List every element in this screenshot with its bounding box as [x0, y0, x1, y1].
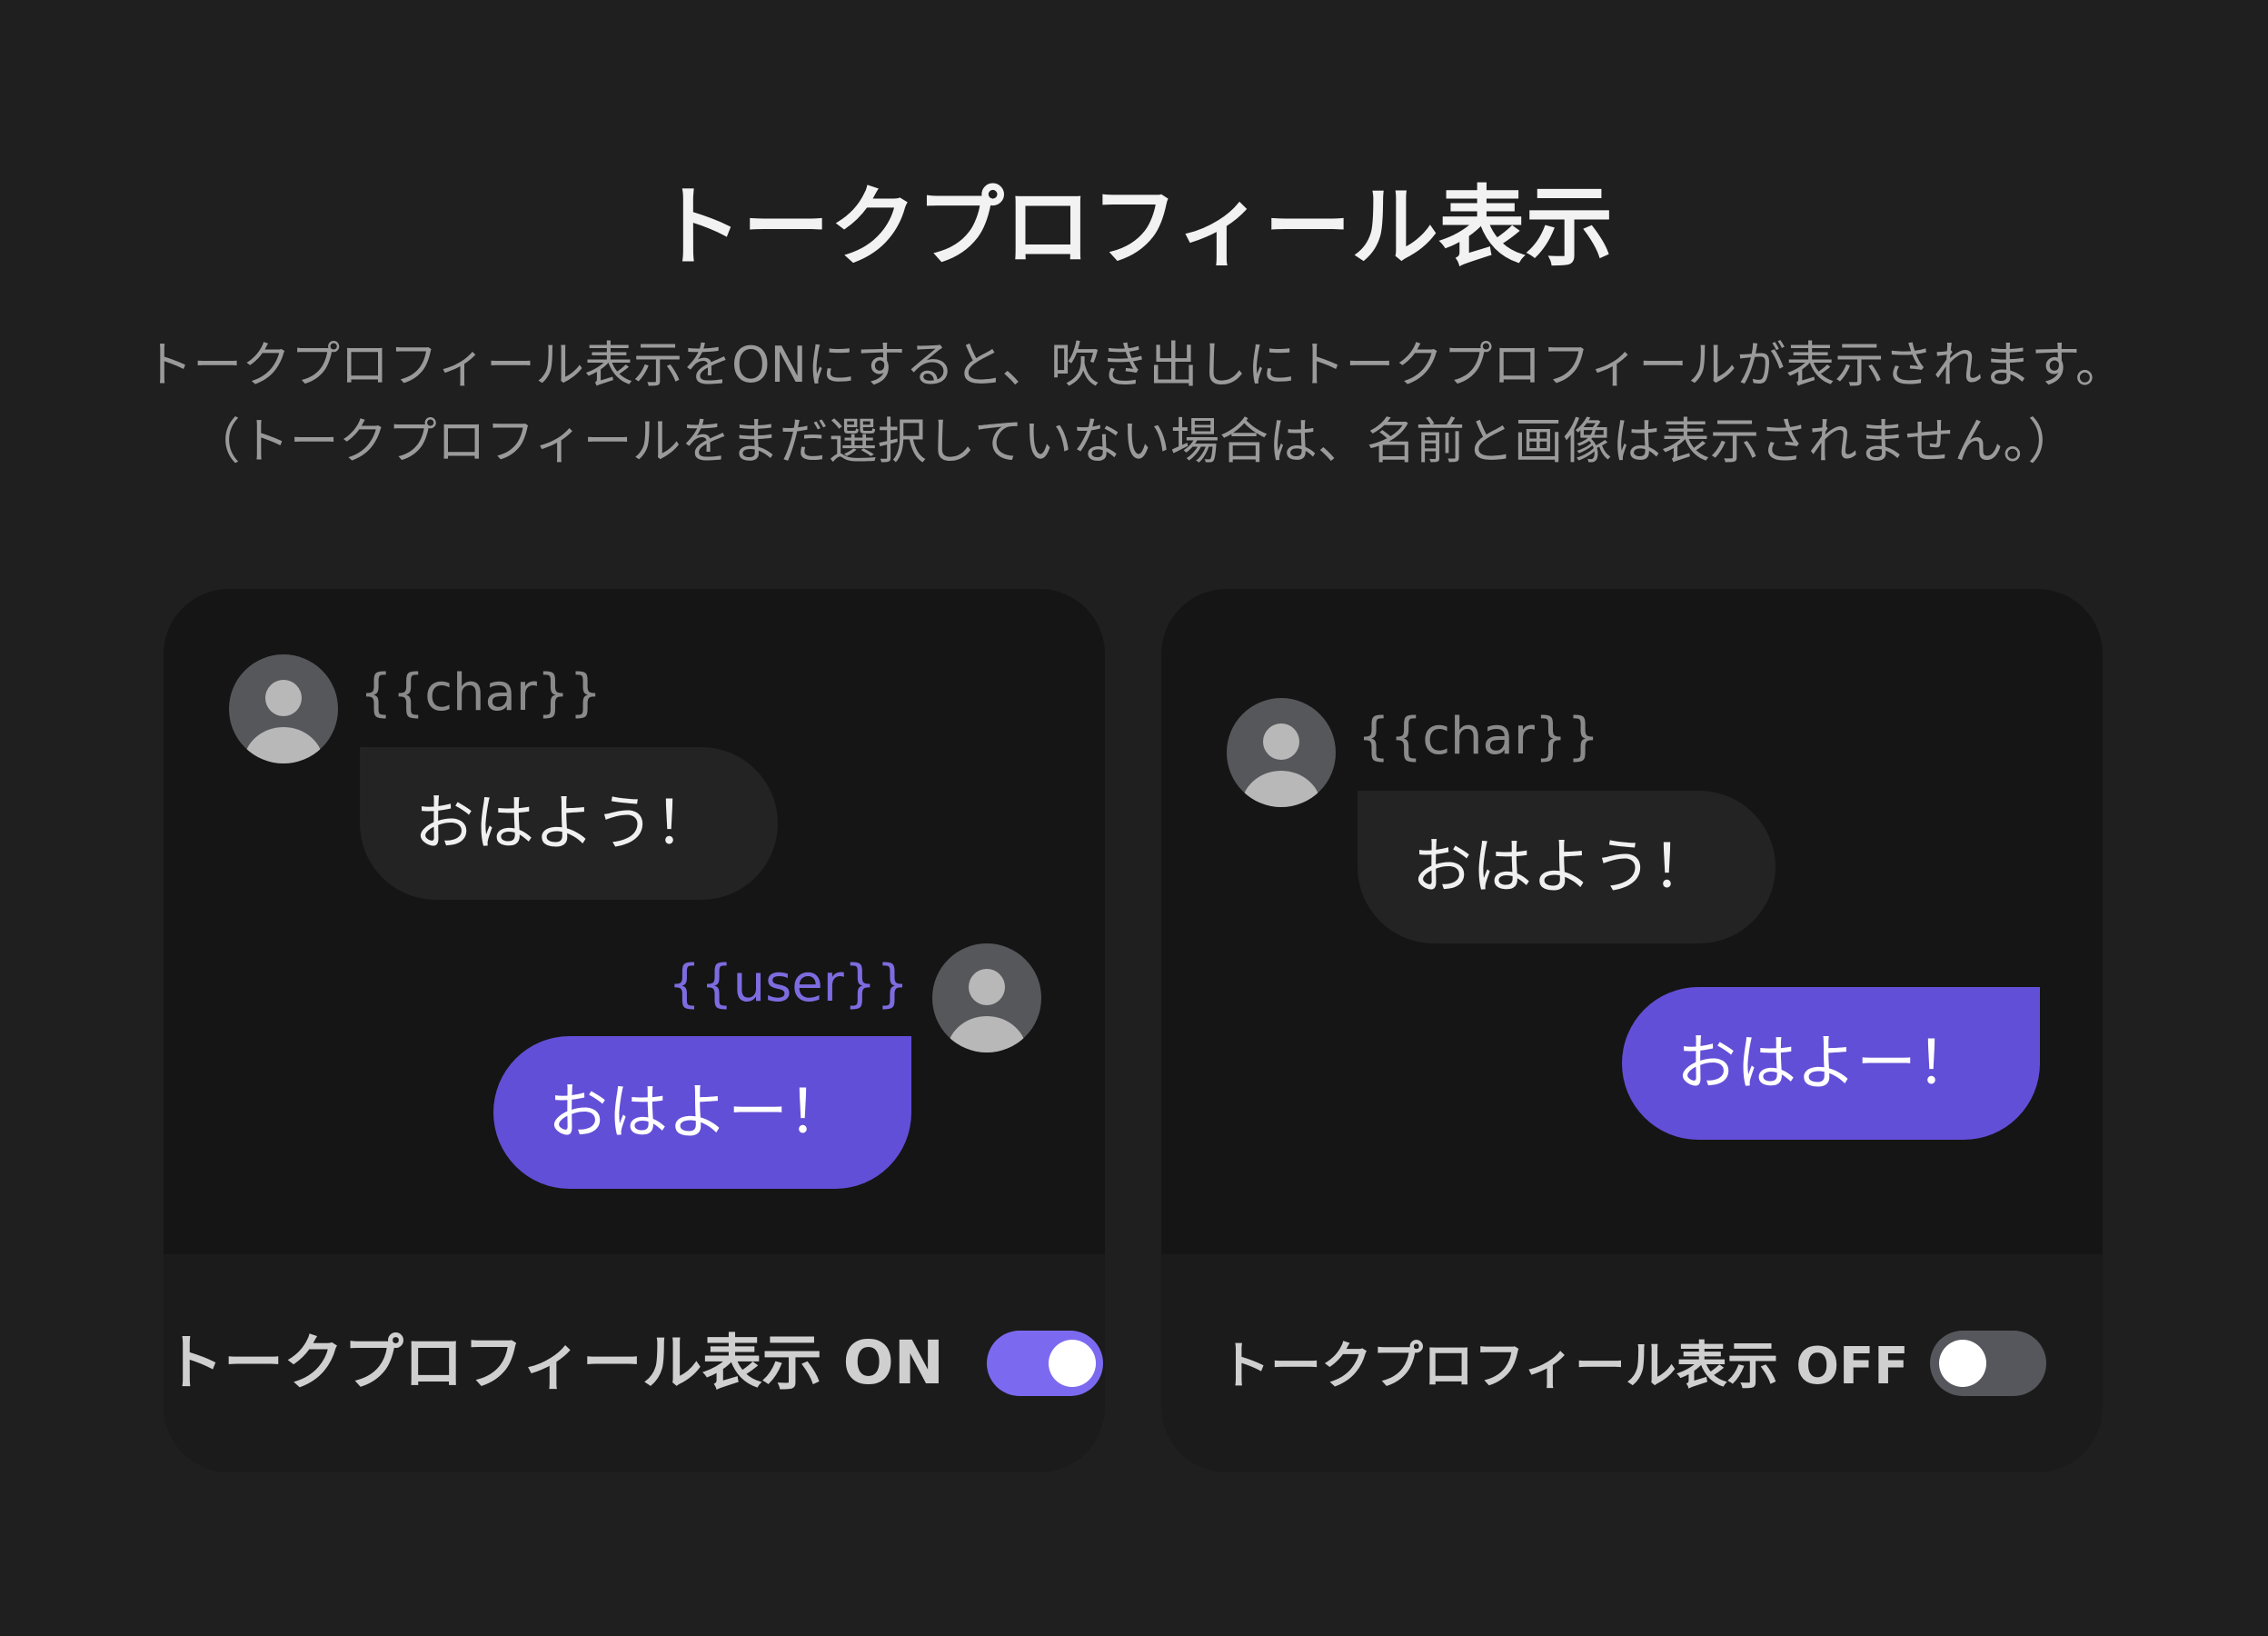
description-line-2: （トークプロフィールをまだ選択していない場合は、名前と画像は表示されません。）	[191, 413, 2077, 470]
profile-display-toggle-on[interactable]	[987, 1331, 1103, 1396]
toggle-knob	[1049, 1340, 1096, 1387]
user-name: {{user}}	[668, 954, 909, 1013]
page-title: トークプロフィール表示	[654, 176, 1614, 278]
profile-on-card: {{char}} おはよう！ {{user}} おはよー！ トークプロフィール表…	[164, 589, 1105, 1472]
toggle-label-off: トークプロフィール表示 OFF	[1219, 1337, 1909, 1396]
profile-off-card: {{char}} おはよう！ おはよー！ トークプロフィール表示 OFF	[1161, 589, 2103, 1472]
char-message-bubble: おはよう！	[1358, 791, 1776, 943]
char-name: {{char}}	[360, 663, 602, 723]
user-message-bubble: おはよー！	[493, 1036, 911, 1189]
char-avatar-icon	[1227, 698, 1336, 807]
chat-preview-on: {{char}} おはよう！ {{user}} おはよー！	[164, 589, 1105, 1254]
user-avatar-icon	[932, 943, 1041, 1052]
page-description: トークプロフィール表示をONにすると、吹き出しにトークプロフィールが表示されます…	[0, 327, 2268, 480]
char-message-bubble: おはよう！	[360, 747, 778, 900]
description-line-1: トークプロフィール表示をONにすると、吹き出しにトークプロフィールが表示されます…	[144, 336, 2124, 394]
user-message-bubble: おはよー！	[1622, 987, 2040, 1140]
char-avatar-icon	[229, 654, 338, 763]
chat-preview-off: {{char}} おはよう！ おはよー！	[1161, 589, 2103, 1254]
profile-display-toggle-off[interactable]	[1930, 1331, 2046, 1396]
toggle-knob	[1939, 1340, 1986, 1387]
char-name: {{char}}	[1358, 707, 1600, 766]
toggle-label-on: トークプロフィール表示 ON	[164, 1328, 945, 1398]
